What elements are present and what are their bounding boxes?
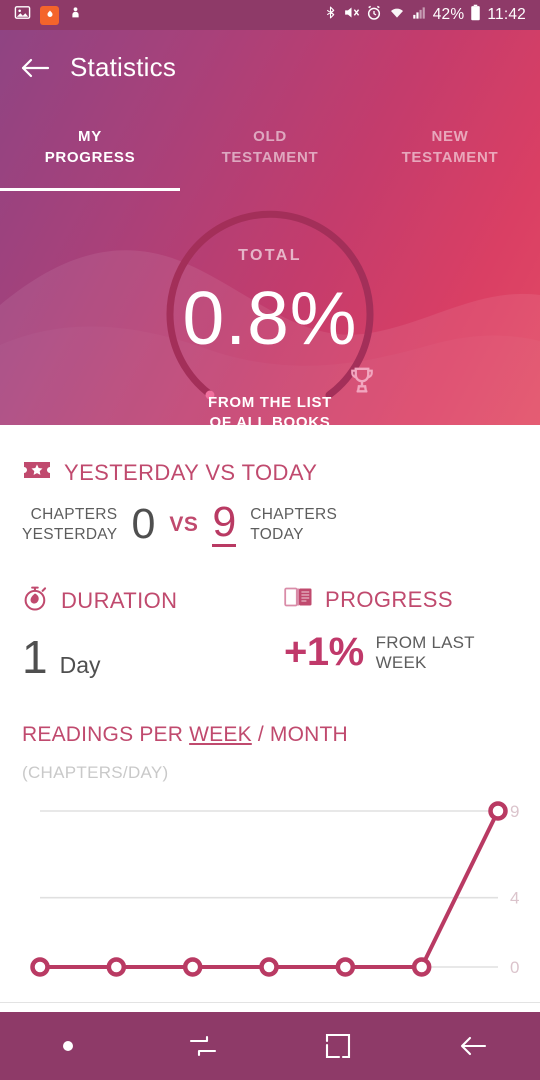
back-arrow-icon	[460, 1036, 486, 1056]
progress-value: +1%	[284, 630, 364, 674]
tab-new-testament-line2: TESTAMENT	[401, 148, 499, 166]
tab-new-testament-line1: NEW	[431, 128, 469, 146]
nav-dot-button[interactable]	[0, 1012, 135, 1080]
bottom-divider	[0, 1002, 540, 1003]
app-badge-icon	[40, 5, 59, 25]
chapters-today-value: 9	[212, 498, 237, 547]
progress-value-row: +1% FROM LAST WEEK	[284, 630, 475, 675]
signal-icon	[412, 5, 427, 26]
chapters-yesterday-label: CHAPTERS YESTERDAY	[22, 505, 117, 544]
chart-title-prefix: READINGS PER	[22, 723, 190, 746]
download-icon	[68, 5, 83, 26]
chart-period-week-toggle[interactable]: WEEK	[189, 723, 252, 746]
chart-subtitle: (CHAPTERS/DAY)	[22, 763, 169, 782]
gauge-subtitle-line1: FROM THE LIST	[207, 394, 333, 411]
image-icon	[14, 4, 31, 26]
wifi-icon	[388, 5, 406, 26]
readings-line-chart[interactable]: 0 4 9	[0, 795, 540, 995]
tab-old-testament-line2: TESTAMENT	[221, 148, 319, 166]
progress-note-line1: FROM LAST	[375, 632, 475, 652]
chapters-today-label-line2: TODAY	[250, 525, 304, 543]
chapters-yesterday-label-line1: CHAPTERS	[30, 506, 118, 524]
gauge-subtitle: FROM THE LIST OF ALL BOOKS	[0, 393, 540, 425]
yesterday-vs-today-row: CHAPTERS YESTERDAY 0 VS 9 CHAPTERS TODAY	[22, 500, 337, 549]
total-progress-gauge: TOTAL 0.8% FROM THE LIST OF ALL BOOKS	[0, 195, 540, 425]
tab-old-testament[interactable]: OLD TESTAMENT	[180, 105, 360, 190]
chart-line-series	[40, 810, 500, 969]
chapters-yesterday-value: 0	[131, 500, 156, 548]
progress-header: PROGRESS	[284, 585, 453, 614]
status-bar-right-icons: 42% 11:42	[324, 4, 526, 26]
tab-old-testament-line1: OLD	[253, 128, 287, 146]
header-panel: Statistics MY PROGRESS OLD TESTAMENT NEW…	[0, 30, 540, 425]
duration-header: DURATION	[22, 585, 177, 617]
duration-value-row: 1 Day	[22, 630, 101, 684]
status-bar: 42% 11:42	[0, 0, 540, 30]
svg-text:4: 4	[510, 889, 519, 908]
content-panel: YESTERDAY VS TODAY CHAPTERS YESTERDAY 0 …	[0, 425, 540, 1010]
arrow-left-icon	[21, 58, 50, 77]
tab-my-progress-line1: MY	[78, 128, 102, 146]
tab-bar: MY PROGRESS OLD TESTAMENT NEW TESTAMENT	[0, 105, 540, 190]
chart-y-tick-labels: 0 4 9	[510, 802, 519, 977]
nav-back-button[interactable]	[405, 1012, 540, 1080]
stopwatch-icon	[22, 585, 49, 617]
dot-icon	[62, 1041, 73, 1051]
chapters-yesterday-label-line2: YESTERDAY	[22, 525, 118, 543]
chapters-today-label-line1: CHAPTERS	[250, 506, 338, 524]
chart-title-suffix[interactable]: / MONTH	[252, 723, 348, 746]
top-app-bar: Statistics	[0, 30, 540, 105]
progress-note: FROM LAST WEEK	[376, 633, 475, 672]
chapters-today-label: CHAPTERS TODAY	[250, 505, 337, 544]
open-book-icon	[284, 585, 313, 614]
square-recents-icon	[325, 1033, 350, 1059]
duration-value: 1	[22, 631, 48, 683]
gauge-subtitle-line2: OF ALL BOOKS	[209, 413, 331, 426]
gauge-label: TOTAL	[238, 247, 302, 264]
system-nav-bar	[0, 1012, 540, 1080]
svg-text:9: 9	[510, 802, 519, 821]
gauge-value: 0.8%	[182, 276, 358, 360]
page-title: Statistics	[70, 52, 177, 82]
tab-new-testament[interactable]: NEW TESTAMENT	[360, 105, 540, 190]
chart-markers	[30, 801, 508, 977]
status-bar-left-icons	[14, 4, 83, 26]
battery-percent-label: 42%	[432, 6, 465, 23]
vs-label: VS	[169, 512, 199, 536]
bluetooth-icon	[324, 4, 337, 26]
duration-unit: Day	[59, 652, 101, 678]
yesterday-vs-today-header: YESTERDAY VS TODAY	[22, 458, 317, 487]
active-tab-indicator	[0, 188, 180, 191]
chart-title: READINGS PER WEEK / MONTH	[22, 723, 348, 747]
ticket-star-icon	[22, 458, 52, 487]
back-button[interactable]	[0, 30, 70, 105]
clock-label: 11:42	[487, 6, 526, 23]
duration-title: DURATION	[61, 588, 178, 613]
mute-icon	[343, 4, 360, 26]
progress-title: PROGRESS	[325, 586, 453, 612]
alarm-icon	[366, 5, 382, 26]
yesterday-vs-today-title: YESTERDAY VS TODAY	[64, 459, 318, 485]
battery-icon	[470, 4, 481, 26]
progress-note-line2: WEEK	[375, 652, 427, 672]
app-root: 42% 11:42 Statistics MY PROGRESS OLD TES…	[0, 0, 540, 1080]
svg-text:0: 0	[510, 958, 519, 977]
chart-gridlines	[40, 810, 498, 968]
nav-recents-button[interactable]	[270, 1012, 405, 1080]
nav-toggle-button[interactable]	[135, 1012, 270, 1080]
tab-my-progress-line2: PROGRESS	[44, 148, 136, 166]
toggle-icon	[189, 1035, 216, 1057]
chart-svg: 0 4 9	[30, 801, 519, 977]
tab-my-progress[interactable]: MY PROGRESS	[0, 105, 180, 190]
